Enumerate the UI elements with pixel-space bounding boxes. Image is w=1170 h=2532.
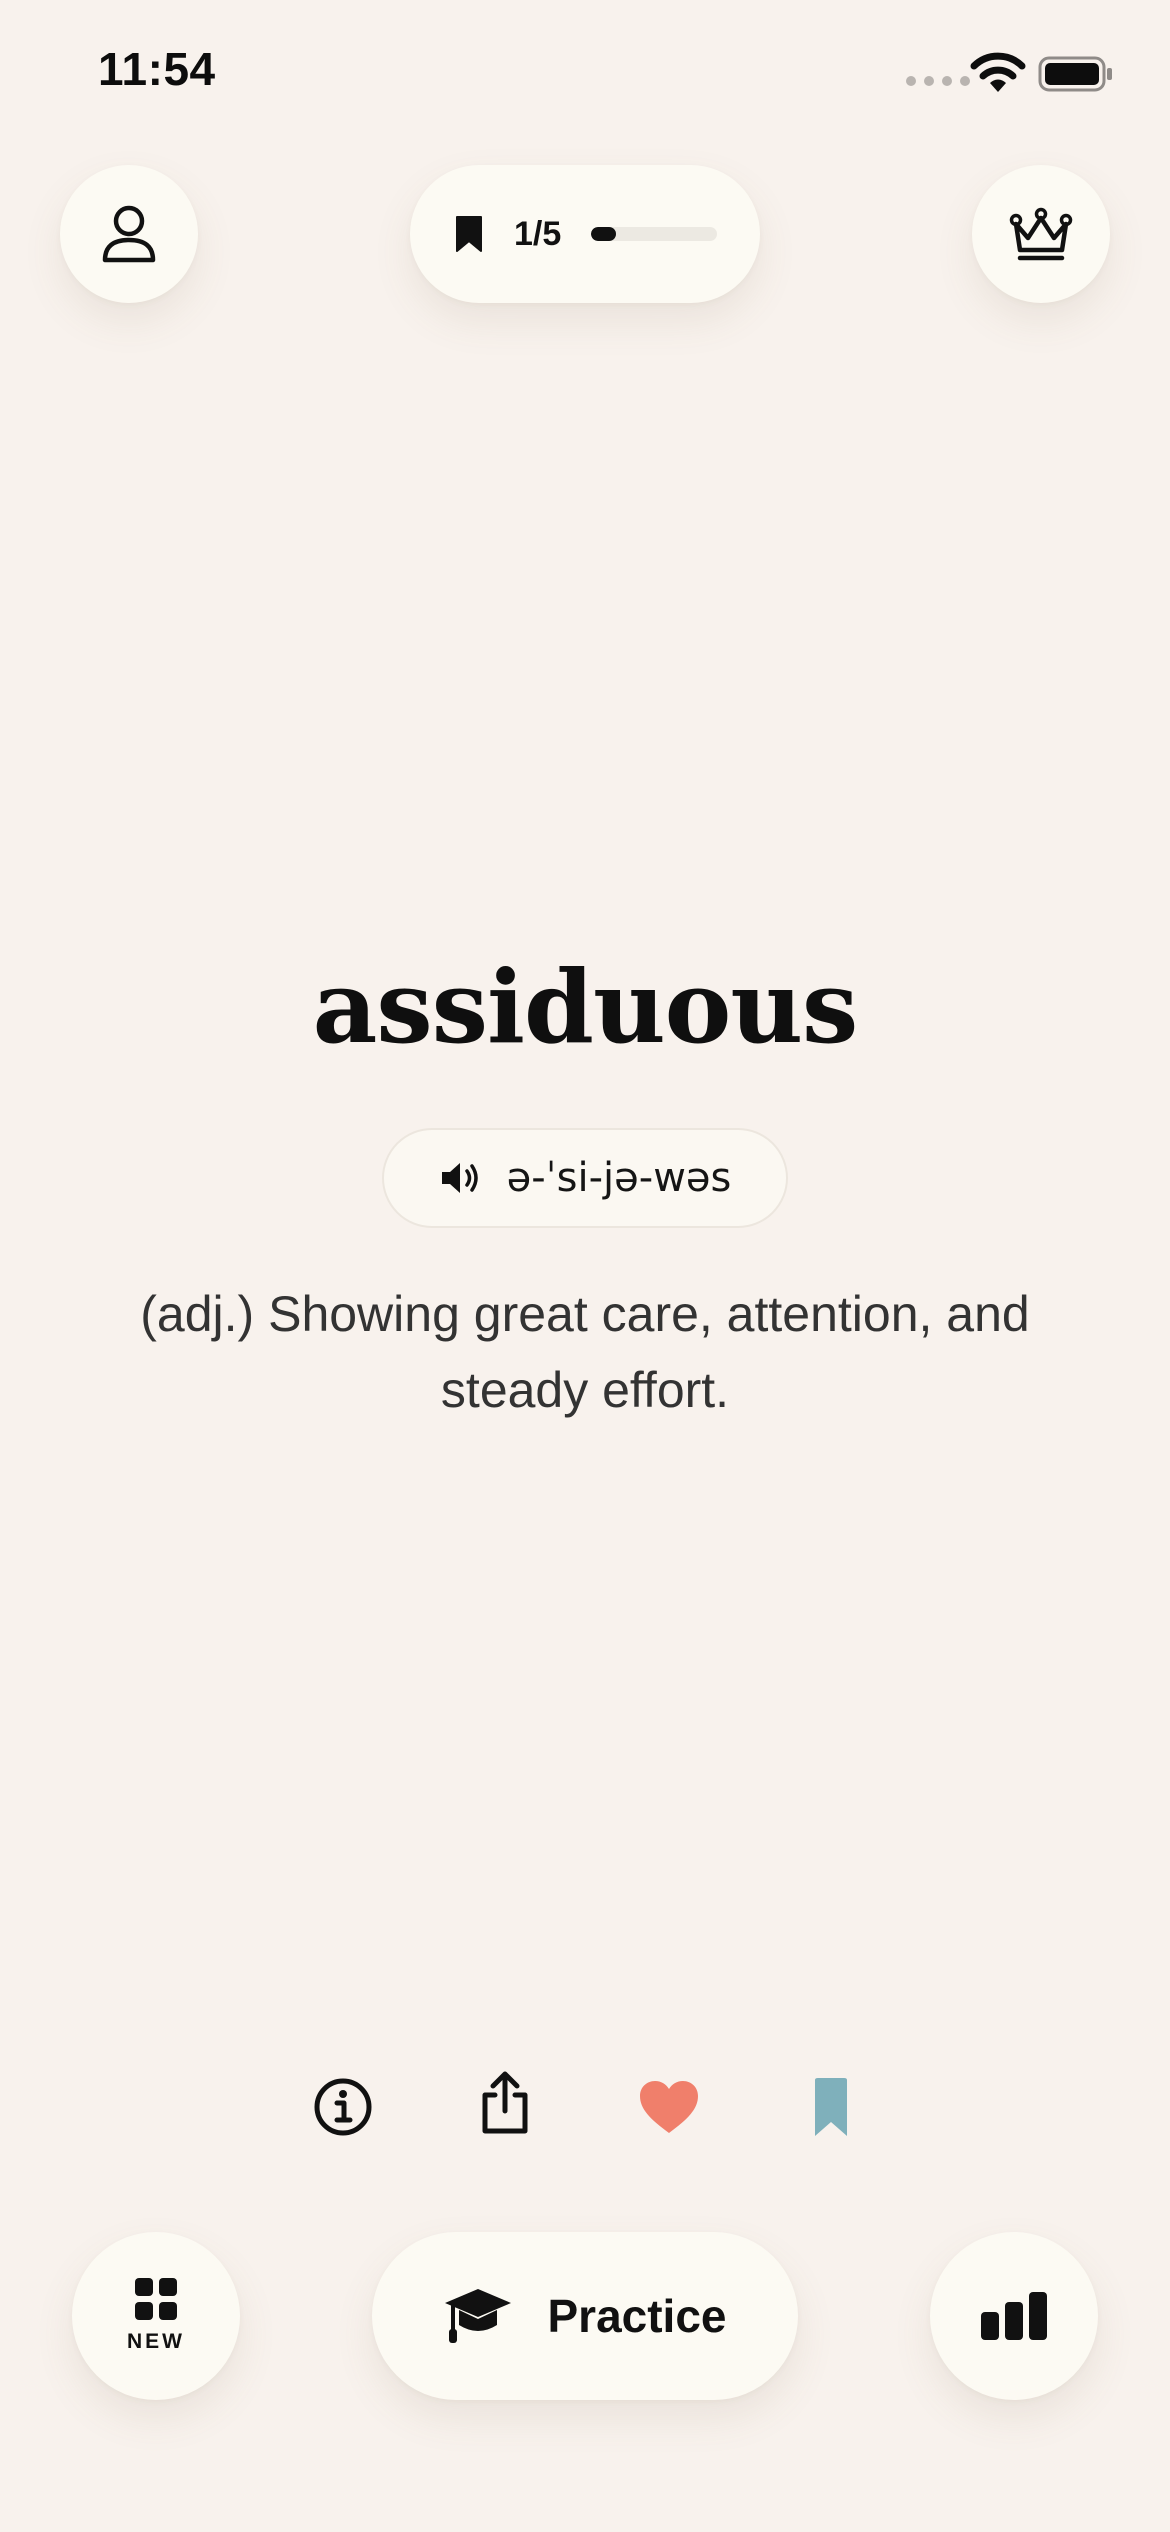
- graduation-cap-icon: [445, 2289, 512, 2343]
- new-badge-label: NEW: [127, 2330, 185, 2353]
- progress-bar: [591, 227, 718, 241]
- heart-icon: [640, 2081, 698, 2133]
- practice-label: Practice: [547, 2290, 727, 2342]
- person-icon: [102, 205, 156, 263]
- progress-bar-fill: [591, 227, 617, 241]
- definition-text: (adj.) Showing great care, attention, an…: [140, 1286, 1030, 1418]
- save-button[interactable]: [796, 2072, 866, 2142]
- progress-count: 1/5: [514, 214, 562, 253]
- pronunciation-button[interactable]: ə-ˈsi-jə-wəs: [382, 1128, 788, 1228]
- word-title: assiduous: [312, 948, 859, 1066]
- share-icon: [482, 2071, 528, 2134]
- status-time: 11:54: [98, 43, 216, 95]
- like-button[interactable]: [634, 2072, 704, 2142]
- stats-button[interactable]: [930, 2232, 1098, 2400]
- battery-icon: [1038, 56, 1112, 92]
- speaker-icon: [441, 1163, 478, 1193]
- info-icon: [314, 2078, 372, 2136]
- bookmark-filled-icon: [815, 2078, 847, 2136]
- pronunciation-text: ə-ˈsi-jə-wəs: [506, 1155, 732, 1201]
- wifi-icon: [970, 52, 1026, 92]
- new-categories-button[interactable]: NEW: [72, 2232, 240, 2400]
- share-button[interactable]: [470, 2068, 540, 2138]
- info-button[interactable]: [308, 2072, 378, 2142]
- crown-icon: [1009, 207, 1073, 261]
- bar-chart-icon: [981, 2292, 1047, 2340]
- bookmark-icon: [456, 216, 482, 252]
- profile-button[interactable]: [60, 165, 198, 303]
- cellular-signal-icon: [906, 76, 970, 86]
- premium-button[interactable]: [972, 165, 1110, 303]
- progress-indicator[interactable]: 1/5: [410, 165, 760, 303]
- practice-button[interactable]: Practice: [372, 2232, 798, 2400]
- grid-icon: [135, 2278, 177, 2320]
